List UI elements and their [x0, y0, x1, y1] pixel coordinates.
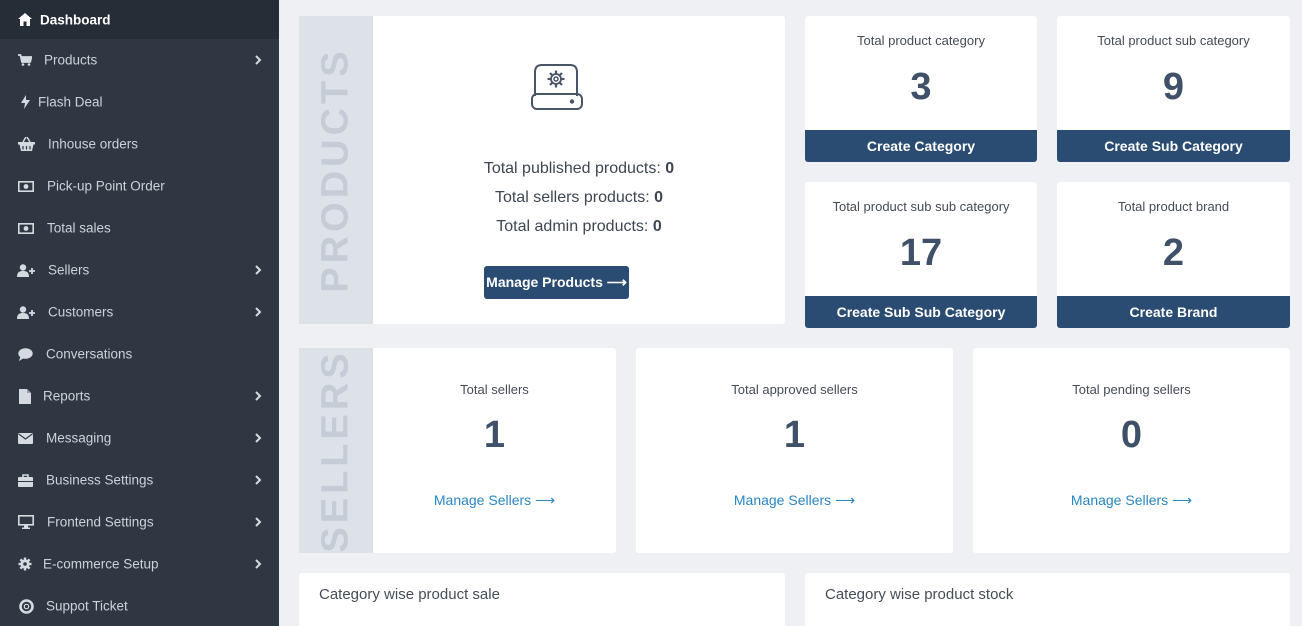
sidebar-item-ecommerce-setup[interactable]: E-commerce Setup: [0, 543, 279, 585]
sidebar-item-inhouse-orders[interactable]: Inhouse orders: [0, 123, 279, 165]
sidebar-item-dashboard[interactable]: Dashboard: [0, 0, 279, 39]
stat-title: Total product brand: [1117, 199, 1230, 214]
seller-stat-title: Total pending sellers: [1072, 382, 1191, 397]
seller-stat-value: 1: [783, 414, 806, 456]
sidebar-item-label: Reports: [43, 388, 91, 404]
cart-icon: [16, 52, 34, 68]
sidebar-item-label: Products: [44, 52, 98, 68]
briefcase-icon: [16, 472, 34, 488]
basket-icon: [17, 136, 35, 152]
chevron-right-icon: [255, 307, 262, 317]
panel-title: Category wise product sale: [319, 586, 500, 603]
stat-card-category: Total product category 3 Create Category: [805, 16, 1037, 162]
sidebar-item-total-sales[interactable]: Total sales: [0, 207, 279, 249]
sidebar-item-label: Business Settings: [46, 472, 154, 488]
total-sellers-card: SELLERS Total sellers 1 Manage Sellers ⟶: [299, 348, 616, 553]
sidebar-item-customers[interactable]: Customers: [0, 291, 279, 333]
chevron-right-icon: [255, 55, 262, 65]
total-admin-products: Total admin products: 0: [496, 218, 662, 235]
home-icon: [16, 12, 34, 28]
file-icon: [16, 388, 34, 404]
manage-sellers-link[interactable]: Manage Sellers ⟶: [973, 492, 1290, 509]
money-icon: [17, 178, 35, 194]
chevron-right-icon: [255, 265, 262, 275]
seller-stat-title: Total approved sellers: [731, 382, 858, 397]
sidebar-item-support-ticket[interactable]: Suppot Ticket: [0, 585, 279, 626]
sidebar-item-products[interactable]: Products: [0, 39, 279, 81]
lifebuoy-icon: [17, 598, 35, 614]
category-stock-panel: Category wise product stock: [805, 573, 1290, 626]
sidebar-item-business-settings[interactable]: Business Settings: [0, 459, 279, 501]
money-icon: [17, 220, 35, 236]
envelope-icon: [16, 430, 34, 446]
stat-card-sub-category: Total product sub category 9 Create Sub …: [1057, 16, 1290, 162]
sidebar-item-label: Messaging: [46, 430, 112, 446]
sidebar-item-label: Dashboard: [40, 12, 111, 27]
total-sellers-content: Total sellers 1 Manage Sellers ⟶: [373, 348, 616, 553]
stat-card-brand: Total product brand 2 Create Brand: [1057, 182, 1290, 328]
sellers-vertical-label: SELLERS: [299, 348, 373, 553]
category-sale-panel: Category wise product sale: [299, 573, 785, 626]
sidebar-item-label: Frontend Settings: [47, 514, 154, 530]
stat-title: Total product sub sub category: [832, 199, 1010, 214]
products-vertical-label: PRODUCTS: [299, 16, 373, 324]
chevron-right-icon: [255, 475, 262, 485]
sidebar-item-reports[interactable]: Reports: [0, 375, 279, 417]
chevron-right-icon: [255, 391, 262, 401]
sidebar-item-label: E-commerce Setup: [43, 556, 159, 572]
sidebar-item-label: Total sales: [47, 220, 111, 236]
chevron-right-icon: [255, 517, 262, 527]
sidebar-item-label: Sellers: [48, 262, 90, 278]
sidebar-item-label: Flash Deal: [38, 94, 103, 110]
manage-sellers-link[interactable]: Manage Sellers ⟶: [636, 492, 953, 509]
seller-stat-title: Total sellers: [460, 382, 529, 397]
chevron-right-icon: [255, 559, 262, 569]
sidebar-item-label: Suppot Ticket: [46, 598, 128, 614]
sidebar-item-sellers[interactable]: Sellers: [0, 249, 279, 291]
products-summary-card: PRODUCTS Total published products: 0 Tot…: [299, 16, 785, 324]
stat-title: Total product category: [857, 33, 985, 48]
stat-card-sub-sub-category: Total product sub sub category 17 Create…: [805, 182, 1037, 328]
sidebar-item-flash-deal[interactable]: Flash Deal: [0, 81, 279, 123]
stat-title: Total product sub category: [1097, 33, 1250, 48]
hard-drive-gear-icon: [531, 64, 583, 110]
stat-value: 3: [910, 66, 932, 108]
create-category-button[interactable]: Create Category: [805, 130, 1037, 162]
chevron-right-icon: [255, 433, 262, 443]
create-sub-category-button[interactable]: Create Sub Category: [1057, 130, 1290, 162]
create-sub-sub-category-button[interactable]: Create Sub Sub Category: [805, 296, 1037, 328]
user-plus-icon: [17, 304, 35, 320]
sidebar-item-pickup-point-order[interactable]: Pick-up Point Order: [0, 165, 279, 207]
stat-value: 2: [1162, 232, 1185, 274]
user-plus-icon: [17, 262, 35, 278]
approved-sellers-card: Total approved sellers 1 Manage Sellers …: [636, 348, 953, 553]
sidebar-item-messaging[interactable]: Messaging: [0, 417, 279, 459]
create-brand-button[interactable]: Create Brand: [1057, 296, 1290, 328]
stat-value: 9: [1162, 66, 1185, 108]
pending-sellers-card: Total pending sellers 0 Manage Sellers ⟶: [973, 348, 1290, 553]
stat-value: 17: [899, 232, 943, 274]
sidebar-item-label: Inhouse orders: [48, 136, 139, 152]
manage-sellers-link[interactable]: Manage Sellers ⟶: [373, 492, 616, 509]
seller-stat-value: 1: [483, 414, 506, 456]
total-published-products: Total published products: 0: [483, 160, 675, 177]
sidebar-item-frontend-settings[interactable]: Frontend Settings: [0, 501, 279, 543]
comment-icon: [16, 346, 34, 362]
sidebar: Dashboard Products Flash Deal Inhouse or…: [0, 0, 279, 626]
sidebar-item-label: Conversations: [46, 346, 133, 362]
total-sellers-products: Total sellers products: 0: [494, 189, 664, 206]
manage-products-button[interactable]: Manage Products ⟶: [484, 266, 629, 299]
sidebar-item-label: Pick-up Point Order: [47, 178, 165, 194]
sidebar-item-label: Customers: [48, 304, 114, 320]
products-totals: Total published products: 0 Total seller…: [373, 154, 785, 241]
bolt-icon: [16, 94, 34, 110]
seller-stat-value: 0: [1120, 414, 1143, 456]
gear-icon: [16, 556, 34, 572]
sidebar-item-conversations[interactable]: Conversations: [0, 333, 279, 375]
panel-title: Category wise product stock: [825, 586, 1014, 603]
desktop-icon: [17, 514, 35, 530]
